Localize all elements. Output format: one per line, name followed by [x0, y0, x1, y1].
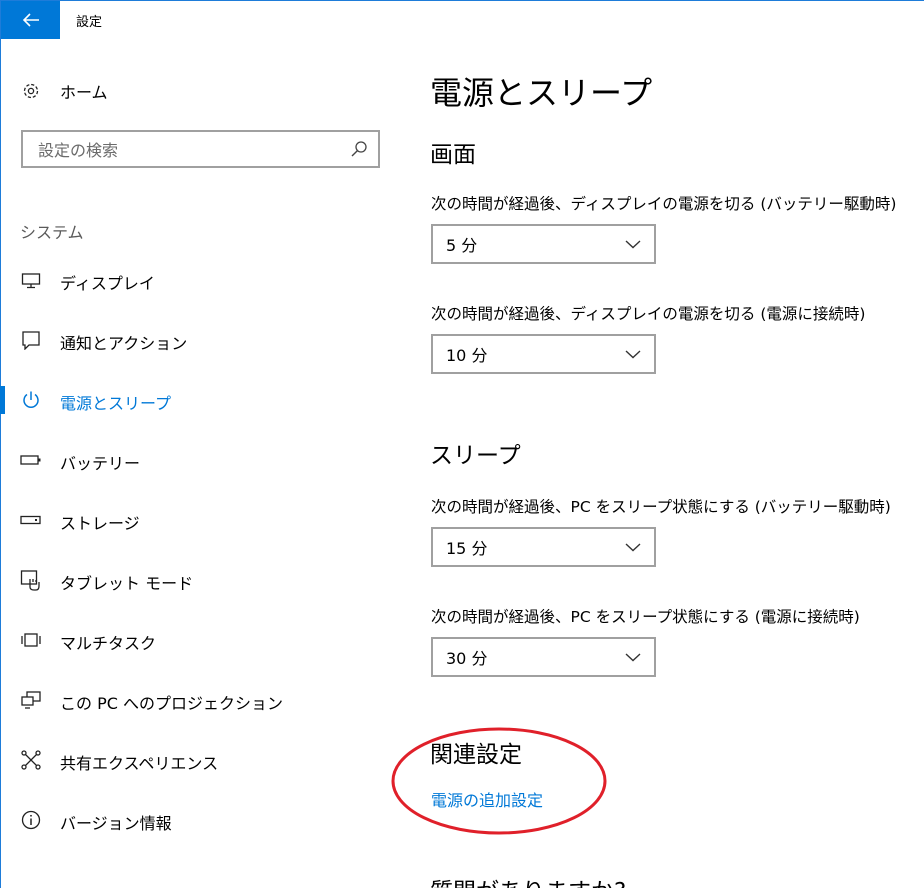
sidebar-item-label: タブレット モード: [60, 574, 194, 593]
search-input[interactable]: 設定の検索: [21, 130, 380, 168]
sleep-section-title: スリープ: [430, 443, 521, 469]
window-title: 設定: [76, 15, 103, 30]
notification-icon: [20, 329, 42, 351]
sidebar-item-battery[interactable]: バッテリー: [0, 440, 390, 480]
sidebar-item-display[interactable]: ディスプレイ: [0, 260, 390, 300]
sidebar-group-label: システム: [20, 223, 84, 242]
power-icon: [20, 389, 42, 411]
sidebar-item-multitask[interactable]: マルチタスク: [0, 620, 390, 660]
related-settings-title: 関連設定: [430, 742, 522, 768]
sleep-plugged-label: 次の時間が経過後、PC をスリープ状態にする (電源に接続時): [431, 608, 860, 626]
back-button[interactable]: [1, 1, 60, 39]
sidebar-item-label: 電源とスリープ: [60, 394, 172, 413]
dropdown-value: 30 分: [446, 649, 488, 668]
sidebar-item-notifications[interactable]: 通知とアクション: [0, 320, 390, 360]
screen-section-title: 画面: [430, 142, 476, 168]
search-placeholder: 設定の検索: [38, 141, 119, 160]
multitask-icon: [20, 629, 42, 651]
sidebar-item-label: バージョン情報: [60, 814, 172, 833]
monitor-icon: [20, 269, 42, 291]
sidebar-item-label: バッテリー: [60, 454, 141, 473]
sidebar-item-storage[interactable]: ストレージ: [0, 500, 390, 540]
sidebar-home[interactable]: ホーム: [20, 78, 108, 104]
battery-icon: [20, 449, 42, 471]
page-title: 電源とスリープ: [430, 74, 653, 112]
sidebar-item-tablet-mode[interactable]: タブレット モード: [0, 560, 390, 600]
search-icon: [344, 134, 374, 164]
sleep-battery-dropdown[interactable]: 15 分: [431, 527, 656, 567]
gear-icon: [20, 80, 42, 102]
sidebar-item-label: マルチタスク: [60, 634, 157, 653]
screen-off-plugged-label: 次の時間が経過後、ディスプレイの電源を切る (電源に接続時): [431, 305, 866, 323]
questions-section-title: 質問がありますか?: [430, 872, 626, 888]
projection-icon: [20, 689, 42, 711]
screen-off-plugged-dropdown[interactable]: 10 分: [431, 334, 656, 374]
info-icon: [20, 809, 42, 831]
tablet-mode-icon: [20, 569, 42, 591]
dropdown-value: 15 分: [446, 539, 488, 558]
sidebar-item-shared-experience[interactable]: 共有エクスペリエンス: [0, 740, 390, 780]
sidebar-item-label: ディスプレイ: [60, 274, 155, 293]
chevron-down-icon: [618, 229, 648, 259]
shared-experience-icon: [20, 749, 42, 771]
sidebar-item-label: ストレージ: [60, 514, 140, 533]
window-top-border: [0, 0, 924, 1]
additional-power-settings-link[interactable]: 電源の追加設定: [431, 787, 543, 811]
sidebar-item-projection[interactable]: この PC へのプロジェクション: [0, 680, 390, 720]
sidebar-item-about[interactable]: バージョン情報: [0, 800, 390, 840]
dropdown-value: 5 分: [446, 236, 478, 255]
sidebar-item-label: 共有エクスペリエンス: [60, 754, 219, 773]
screen-off-battery-dropdown[interactable]: 5 分: [431, 224, 656, 264]
sleep-battery-label: 次の時間が経過後、PC をスリープ状態にする (バッテリー駆動時): [431, 498, 891, 516]
chevron-down-icon: [618, 339, 648, 369]
back-arrow-icon: [22, 13, 39, 27]
screen-off-battery-label: 次の時間が経過後、ディスプレイの電源を切る (バッテリー駆動時): [431, 195, 897, 213]
sidebar-item-label: 通知とアクション: [60, 334, 188, 353]
sidebar-item-power-sleep[interactable]: 電源とスリープ: [0, 380, 390, 420]
selection-indicator: [0, 386, 5, 414]
dropdown-value: 10 分: [446, 346, 488, 365]
sidebar-item-label: この PC へのプロジェクション: [60, 694, 283, 713]
sleep-plugged-dropdown[interactable]: 30 分: [431, 637, 656, 677]
sidebar-home-label: ホーム: [60, 83, 108, 102]
chevron-down-icon: [618, 532, 648, 562]
storage-icon: [20, 509, 42, 531]
chevron-down-icon: [618, 642, 648, 672]
